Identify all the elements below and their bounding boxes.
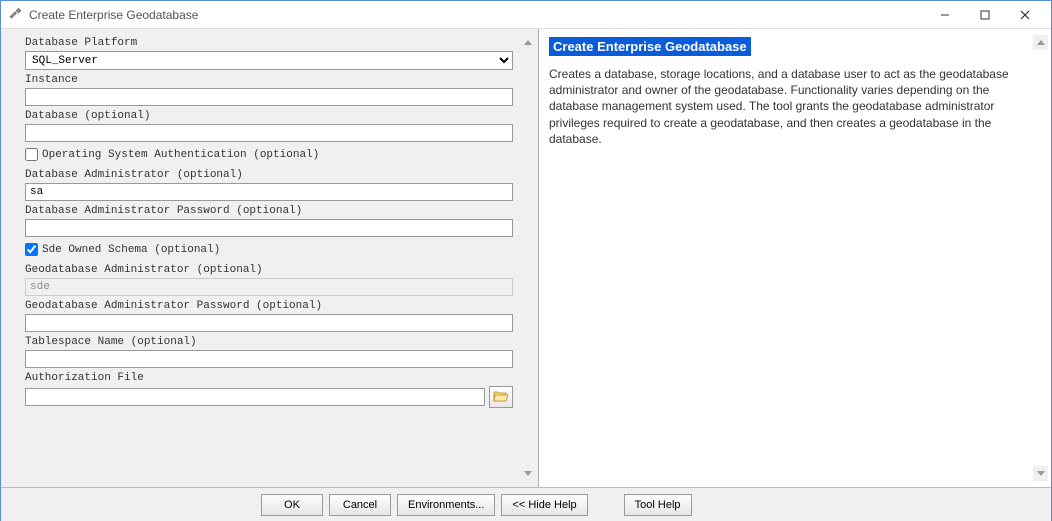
field-gdb-admin-pw: Geodatabase Administrator Password (opti… — [17, 298, 518, 332]
field-sde-schema: Sde Owned Schema (optional) — [17, 239, 518, 260]
field-database: Database (optional) — [17, 108, 518, 142]
field-db-admin: Database Administrator (optional) — [17, 167, 518, 201]
window-title: Create Enterprise Geodatabase — [29, 8, 925, 22]
input-tablespace[interactable] — [25, 350, 513, 368]
left-scrollbar[interactable] — [520, 35, 536, 481]
label-db-admin: Database Administrator (optional) — [17, 167, 518, 183]
label-database: Database (optional) — [17, 108, 518, 124]
hammer-icon — [7, 7, 23, 23]
scroll-down-icon[interactable] — [520, 466, 535, 481]
label-db-admin-pw: Database Administrator Password (optiona… — [17, 203, 518, 219]
maximize-button[interactable] — [965, 2, 1005, 28]
help-body: Creates a database, storage locations, a… — [549, 66, 1041, 147]
help-title: Create Enterprise Geodatabase — [549, 37, 751, 56]
scroll-up-icon[interactable] — [1033, 35, 1048, 50]
input-database[interactable] — [25, 124, 513, 142]
label-database-platform: Database Platform — [17, 35, 518, 51]
right-scrollbar[interactable] — [1033, 35, 1049, 481]
label-tablespace: Tablespace Name (optional) — [17, 334, 518, 350]
ok-button[interactable]: OK — [261, 494, 323, 516]
titlebar: Create Enterprise Geodatabase — [1, 1, 1051, 29]
field-os-auth: Operating System Authentication (optiona… — [17, 144, 518, 165]
input-auth-file[interactable] — [25, 388, 485, 406]
field-database-platform: Database Platform SQL_Server — [17, 35, 518, 70]
cancel-button[interactable]: Cancel — [329, 494, 391, 516]
tool-help-button[interactable]: Tool Help — [624, 494, 692, 516]
checkbox-sde-schema[interactable] — [25, 243, 38, 256]
label-os-auth: Operating System Authentication (optiona… — [42, 149, 319, 161]
close-button[interactable] — [1005, 2, 1045, 28]
label-gdb-admin: Geodatabase Administrator (optional) — [17, 262, 518, 278]
field-db-admin-pw: Database Administrator Password (optiona… — [17, 203, 518, 237]
environments-button[interactable]: Environments... — [397, 494, 495, 516]
scroll-up-icon[interactable] — [520, 35, 535, 50]
label-instance: Instance — [17, 72, 518, 88]
input-gdb-admin-pw[interactable] — [25, 314, 513, 332]
label-gdb-admin-pw: Geodatabase Administrator Password (opti… — [17, 298, 518, 314]
input-db-admin[interactable] — [25, 183, 513, 201]
label-sde-schema: Sde Owned Schema (optional) — [42, 244, 220, 256]
field-instance: Instance — [17, 72, 518, 106]
field-auth-file: Authorization File — [17, 370, 518, 408]
input-db-admin-pw[interactable] — [25, 219, 513, 237]
field-tablespace: Tablespace Name (optional) — [17, 334, 518, 368]
select-database-platform[interactable]: SQL_Server — [25, 51, 513, 70]
hide-help-button[interactable]: << Hide Help — [501, 494, 587, 516]
button-bar: OK Cancel Environments... << Hide Help T… — [1, 487, 1051, 521]
checkbox-os-auth[interactable] — [25, 148, 38, 161]
window-controls — [925, 2, 1045, 28]
scroll-down-icon[interactable] — [1033, 466, 1048, 481]
browse-button[interactable] — [489, 386, 513, 408]
input-instance[interactable] — [25, 88, 513, 106]
minimize-button[interactable] — [925, 2, 965, 28]
parameters-panel: Database Platform SQL_Server Instance Da… — [1, 29, 539, 487]
input-gdb-admin — [25, 278, 513, 296]
label-auth-file: Authorization File — [17, 370, 518, 386]
field-gdb-admin: Geodatabase Administrator (optional) — [17, 262, 518, 296]
help-panel: Create Enterprise Geodatabase Creates a … — [539, 29, 1051, 487]
folder-open-icon — [493, 389, 509, 406]
